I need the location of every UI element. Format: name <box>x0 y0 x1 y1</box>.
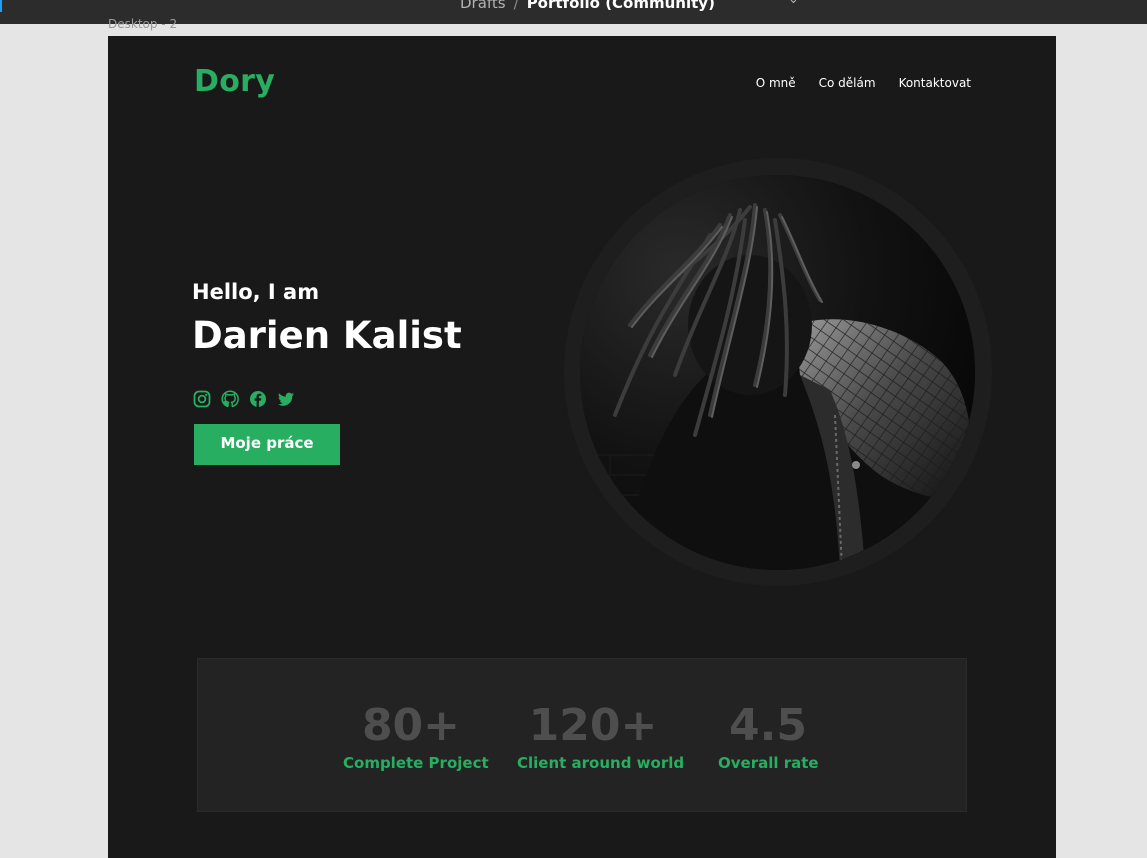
facebook-icon[interactable] <box>249 390 267 408</box>
hero-greeting: Hello, I am <box>192 280 320 304</box>
my-work-button[interactable]: Moje práce <box>194 424 340 465</box>
stats-panel: 80+ Complete Project 120+ Client around … <box>197 658 967 812</box>
file-name[interactable]: Portfolio (Community) <box>527 0 715 12</box>
stat-label: Overall rate <box>718 754 819 772</box>
more-icon[interactable]: ··· <box>818 0 834 6</box>
desktop-frame: Dory O mně Co dělám Kontaktovat Hello, I… <box>108 36 1056 858</box>
instagram-icon[interactable] <box>193 390 211 408</box>
frame-label[interactable]: Desktop - 2 <box>108 17 177 31</box>
breadcrumb: Drafts / Portfolio (Community) <box>460 0 715 12</box>
breadcrumb-separator: / <box>513 0 519 12</box>
stat-value: 120+ <box>528 700 658 751</box>
nav-item-about[interactable]: O mně <box>756 76 796 90</box>
social-links <box>193 390 295 408</box>
stat-projects: 80+ Complete Project <box>343 699 489 773</box>
nav-item-contact[interactable]: Kontaktovat <box>899 76 971 90</box>
site-nav: O mně Co dělám Kontaktovat <box>756 76 971 90</box>
stat-label: Complete Project <box>343 754 489 772</box>
hero-name: Darien Kalist <box>192 314 462 357</box>
breadcrumb-drafts[interactable]: Drafts <box>460 0 506 12</box>
stat-value: 80+ <box>361 700 461 751</box>
stat-label: Client around world <box>517 754 685 772</box>
github-icon[interactable] <box>221 390 239 408</box>
nav-item-services[interactable]: Co dělám <box>819 76 876 90</box>
site-logo[interactable]: Dory <box>194 64 275 99</box>
stat-value: 4.5 <box>729 700 807 751</box>
portrait-image <box>580 175 975 570</box>
stat-rating: 4.5 Overall rate <box>718 699 819 773</box>
stat-clients: 120+ Client around world <box>517 699 685 773</box>
selection-edge <box>0 0 2 12</box>
twitter-icon[interactable] <box>277 390 295 408</box>
chevron-down-icon[interactable]: ⌄ <box>788 0 799 7</box>
